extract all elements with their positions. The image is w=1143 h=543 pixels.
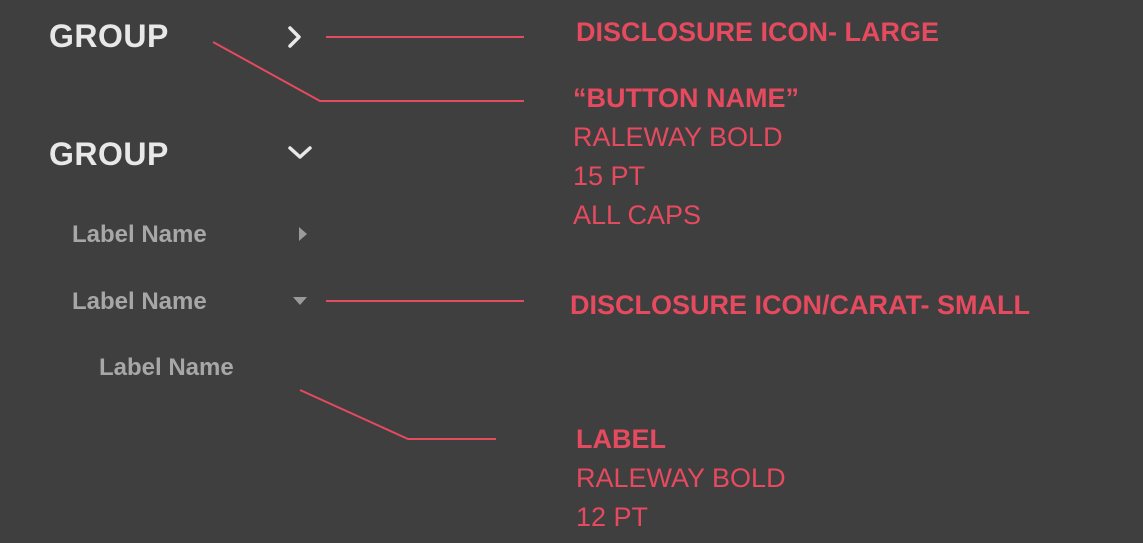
annotation-label-size: 12 PT <box>576 502 649 532</box>
caret-right-icon[interactable] <box>298 226 308 242</box>
leader-line-button-name <box>212 41 524 102</box>
label-child[interactable]: Label Name <box>99 354 234 382</box>
annotation-button-name-size: 15 PT <box>573 161 646 191</box>
annotation-disclosure-large-title: DISCLOSURE ICON- LARGE <box>576 17 940 47</box>
annotation-label-title: LABEL <box>576 424 666 454</box>
annotation-label: LABEL RALEWAY BOLD 12 PT <box>576 420 786 537</box>
group-expanded-label[interactable]: GROUP <box>49 136 169 173</box>
annotation-button-name: “BUTTON NAME” RALEWAY BOLD 15 PT ALL CAP… <box>573 79 799 235</box>
annotation-label-font: RALEWAY BOLD <box>576 463 786 493</box>
label-expanded[interactable]: Label Name <box>72 288 207 316</box>
chevron-down-icon[interactable] <box>287 145 313 161</box>
annotation-disclosure-small: DISCLOSURE ICON/CARAT- SMALL <box>570 286 1030 325</box>
annotation-button-name-case: ALL CAPS <box>573 200 702 230</box>
annotation-button-name-title: “BUTTON NAME” <box>573 83 799 113</box>
chevron-right-icon[interactable] <box>287 26 303 48</box>
annotation-disclosure-small-title: DISCLOSURE ICON/CARAT- SMALL <box>570 290 1030 320</box>
annotation-leader-lines <box>212 36 524 440</box>
label-collapsed[interactable]: Label Name <box>72 221 207 249</box>
annotation-disclosure-large: DISCLOSURE ICON- LARGE <box>576 13 939 52</box>
annotation-button-name-font: RALEWAY BOLD <box>573 122 783 152</box>
leader-line-label <box>299 389 496 440</box>
group-collapsed-label[interactable]: GROUP <box>49 18 169 55</box>
caret-down-icon[interactable] <box>292 296 308 306</box>
